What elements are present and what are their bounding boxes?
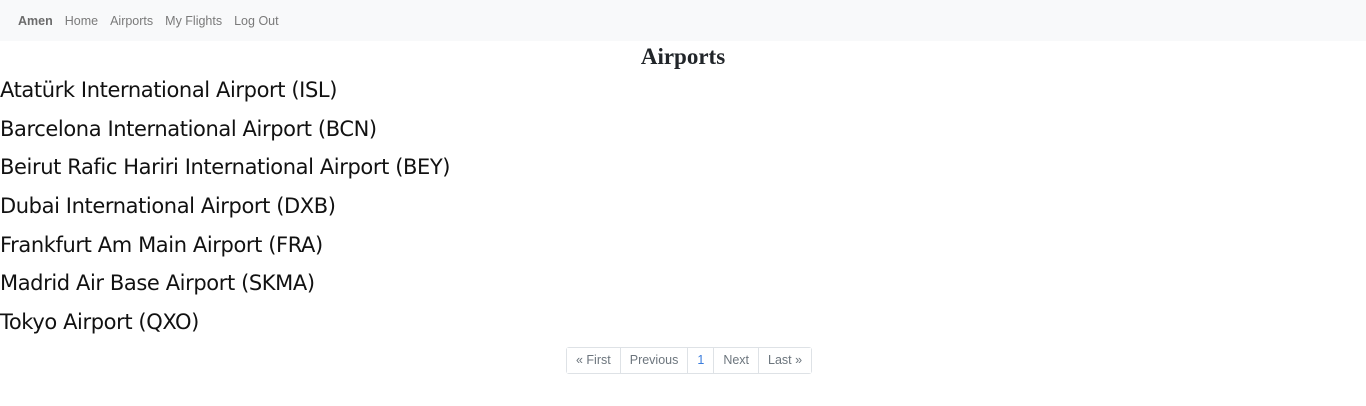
pagination: « First Previous 1 Next Last »: [566, 347, 813, 374]
top-navbar: Amen Home Airports My Flights Log Out: [0, 0, 1366, 41]
nav-link-airports[interactable]: Airports: [110, 14, 153, 28]
nav-link-log-out[interactable]: Log Out: [234, 14, 278, 28]
airport-item[interactable]: Beirut Rafic Hariri International Airpor…: [0, 148, 1366, 187]
airport-item[interactable]: Dubai International Airport (DXB): [0, 187, 1366, 226]
next-page-button[interactable]: Next: [714, 348, 760, 373]
previous-page-button[interactable]: Previous: [620, 348, 689, 373]
airport-item[interactable]: Tokyo Airport (QXO): [0, 303, 1366, 342]
first-page-button[interactable]: « First: [567, 348, 621, 373]
brand-link[interactable]: Amen: [18, 14, 53, 28]
last-page-button[interactable]: Last »: [759, 348, 812, 373]
current-page-button[interactable]: 1: [688, 348, 715, 373]
airport-item[interactable]: Barcelona International Airport (BCN): [0, 110, 1366, 149]
airport-item[interactable]: Atatürk International Airport (ISL): [0, 71, 1366, 110]
page-title: Airports: [640, 44, 726, 69]
airport-item[interactable]: Madrid Air Base Airport (SKMA): [0, 264, 1366, 303]
airport-list: Atatürk International Airport (ISL) Barc…: [0, 71, 1366, 342]
airport-item[interactable]: Frankfurt Am Main Airport (FRA): [0, 226, 1366, 265]
nav-link-home[interactable]: Home: [65, 14, 98, 28]
nav-link-my-flights[interactable]: My Flights: [165, 14, 222, 28]
